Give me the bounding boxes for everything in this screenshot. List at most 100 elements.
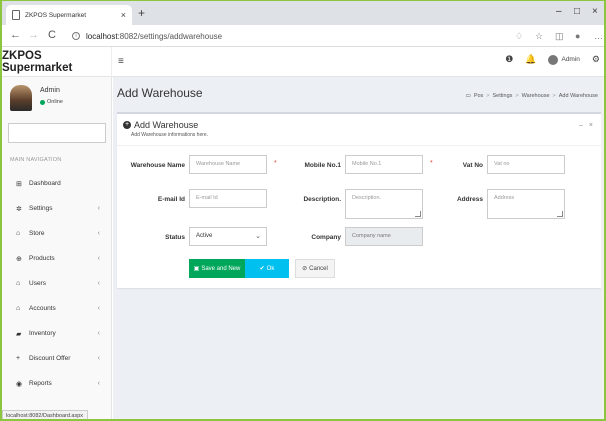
form-subtitle: Add Warehouse informations here. — [131, 132, 209, 138]
gears-icon[interactable]: ⚙ — [592, 54, 600, 65]
description-textarea[interactable]: Description. — [345, 189, 423, 219]
products-icon: ⊕ — [16, 255, 22, 263]
user-panel: Admin Online — [10, 85, 106, 115]
chevron-left-icon: ‹ — [97, 305, 100, 312]
save-and-new-button[interactable]: ▣ Save and New — [189, 259, 245, 278]
tab-title: ZKPOS Supermarket — [25, 11, 87, 19]
sidebar-item-label: Products — [29, 255, 55, 262]
sidebar-item-settings[interactable]: ✲ Settings ‹ — [2, 196, 112, 221]
user-menu[interactable]: Admin — [548, 54, 580, 65]
url-text: localhost:8082/settings/addwarehouse — [86, 31, 223, 41]
ok-button[interactable]: ✔ Ok — [245, 259, 289, 278]
description-label: Description. — [303, 196, 341, 203]
chevron-left-icon: ‹ — [97, 380, 100, 387]
more-icon[interactable]: … — [594, 31, 603, 41]
email-label: E-mail Id — [157, 196, 185, 203]
check-icon: ✔ — [259, 266, 265, 272]
email-input[interactable]: E-mail Id — [189, 189, 267, 208]
app-header: ZKPOS Supermarket ≡ ❶ 🔔 Admin ⚙ — [2, 47, 604, 77]
reload-icon[interactable]: C — [48, 29, 56, 41]
vat-input[interactable]: Vat no — [487, 155, 565, 174]
sidebar-item-users[interactable]: ⌂ Users ‹ — [2, 271, 112, 296]
chevron-left-icon: ‹ — [97, 355, 100, 362]
sidebar-menu: ⊞ Dashboard ✲ Settings ‹ ⌂ Store ‹ ⊕ Pro… — [2, 171, 112, 396]
back-icon[interactable]: ← — [10, 29, 21, 41]
status-label: Status — [165, 234, 185, 241]
mobile-input[interactable]: Mobile No.1 — [345, 155, 423, 174]
inventory-icon: ▰ — [16, 330, 22, 338]
address-label: Address — [456, 196, 483, 203]
sidebar-item-label: Settings — [29, 205, 53, 212]
status-value: Active — [196, 233, 213, 239]
breadcrumb-item[interactable]: Pos — [474, 93, 483, 99]
sidebar-item-reports[interactable]: ◉ Reports ‹ — [2, 371, 112, 396]
sidebar-item-label: Accounts — [29, 305, 56, 312]
nav-header: MAIN NAVIGATION — [10, 157, 62, 163]
new-tab-icon[interactable]: + — [138, 6, 145, 20]
forward-icon[interactable]: → — [28, 29, 39, 41]
bell-icon[interactable]: 🔔 — [525, 54, 536, 65]
save-icon: ▣ — [193, 266, 200, 272]
sidebar-item-discount-offer[interactable]: + Discount Offer ‹ — [2, 346, 112, 371]
info-circle-icon[interactable]: ❶ — [505, 54, 513, 65]
sidebar-search-input[interactable] — [8, 123, 106, 143]
cancel-icon: ⊘ — [302, 266, 308, 272]
box-tools: – × — [579, 122, 593, 129]
gear-icon: ✲ — [16, 205, 22, 213]
breadcrumb: ▭ Pos > Settings > Warehouse > Add Wareh… — [465, 93, 598, 99]
monitor-icon: ▭ — [465, 93, 471, 99]
sidebar-item-label: Users — [29, 280, 46, 287]
company-label: Company — [311, 234, 341, 241]
collapse-icon[interactable]: – — [579, 122, 583, 129]
cancel-label: Cancel — [309, 265, 328, 272]
breadcrumb-item[interactable]: Settings — [493, 93, 513, 99]
sidebar-item-label: Store — [29, 230, 45, 237]
users-icon: ⌂ — [16, 280, 21, 287]
url-field[interactable]: i localhost:8082/settings/addwarehouse — [72, 29, 512, 43]
store-icon: ⌂ — [16, 230, 21, 237]
maximize-icon[interactable]: □ — [574, 6, 580, 17]
warehouse-name-input[interactable]: Warehouse Name — [189, 155, 267, 174]
sidebar-item-store[interactable]: ⌂ Store ‹ — [2, 221, 112, 246]
brand-logo[interactable]: ZKPOS Supermarket — [2, 47, 112, 77]
cancel-button[interactable]: ⊘ Cancel — [295, 259, 335, 278]
sidebar-item-label: Dashboard — [29, 180, 61, 187]
ok-label: Ok — [266, 265, 275, 272]
sidebar-item-label: Inventory — [29, 330, 56, 337]
status-bar-url: localhost:8082/Dashboard.aspx — [2, 410, 88, 419]
favorite-icon[interactable]: ☆ — [535, 31, 543, 42]
address-textarea[interactable]: Address — [487, 189, 565, 219]
sidebar-item-products[interactable]: ⊕ Products ‹ — [2, 246, 112, 271]
collections-icon[interactable]: ◫ — [555, 31, 564, 42]
sidebar-item-inventory[interactable]: ▰ Inventory ‹ — [2, 321, 112, 346]
form-title-text: Add Warehouse — [134, 120, 199, 130]
profile-icon[interactable]: ● — [575, 31, 580, 41]
translate-icon[interactable]: ♢ — [515, 31, 523, 42]
menu-toggle-icon[interactable]: ≡ — [118, 56, 124, 67]
page-icon — [12, 10, 20, 20]
main-content: Add Warehouse ▭ Pos > Settings > Warehou… — [113, 77, 604, 419]
online-dot-icon — [40, 99, 45, 105]
avatar — [548, 54, 559, 65]
scrollbar[interactable] — [601, 77, 604, 419]
sidebar-item-dashboard[interactable]: ⊞ Dashboard — [2, 171, 112, 196]
address-bar: ← → C i localhost:8082/settings/addwareh… — [2, 25, 604, 47]
add-warehouse-form: + Add Warehouse Add Warehouse informatio… — [117, 112, 601, 288]
breadcrumb-item-current: Add Warehouse — [558, 93, 598, 99]
remove-icon[interactable]: × — [589, 122, 593, 129]
close-window-icon[interactable]: × — [592, 6, 598, 17]
user-avatar — [10, 85, 32, 111]
tab-close-icon[interactable]: × — [121, 10, 126, 20]
minimize-icon[interactable]: – — [556, 6, 562, 17]
browser-tabbar: ZKPOS Supermarket × + – □ × — [2, 1, 604, 25]
dashboard-icon: ⊞ — [16, 180, 22, 188]
chevron-left-icon: ‹ — [97, 280, 100, 287]
sidebar-item-accounts[interactable]: ⌂ Accounts ‹ — [2, 296, 112, 321]
info-icon[interactable]: i — [72, 32, 80, 40]
page-title: Add Warehouse — [117, 86, 203, 100]
browser-tab[interactable]: ZKPOS Supermarket × — [6, 5, 132, 25]
status-select[interactable]: Active ⌄ — [189, 227, 267, 246]
breadcrumb-item[interactable]: Warehouse — [522, 93, 550, 99]
header-actions: ❶ 🔔 Admin ⚙ — [505, 54, 600, 65]
sidebar-user-name: Admin — [40, 87, 60, 94]
